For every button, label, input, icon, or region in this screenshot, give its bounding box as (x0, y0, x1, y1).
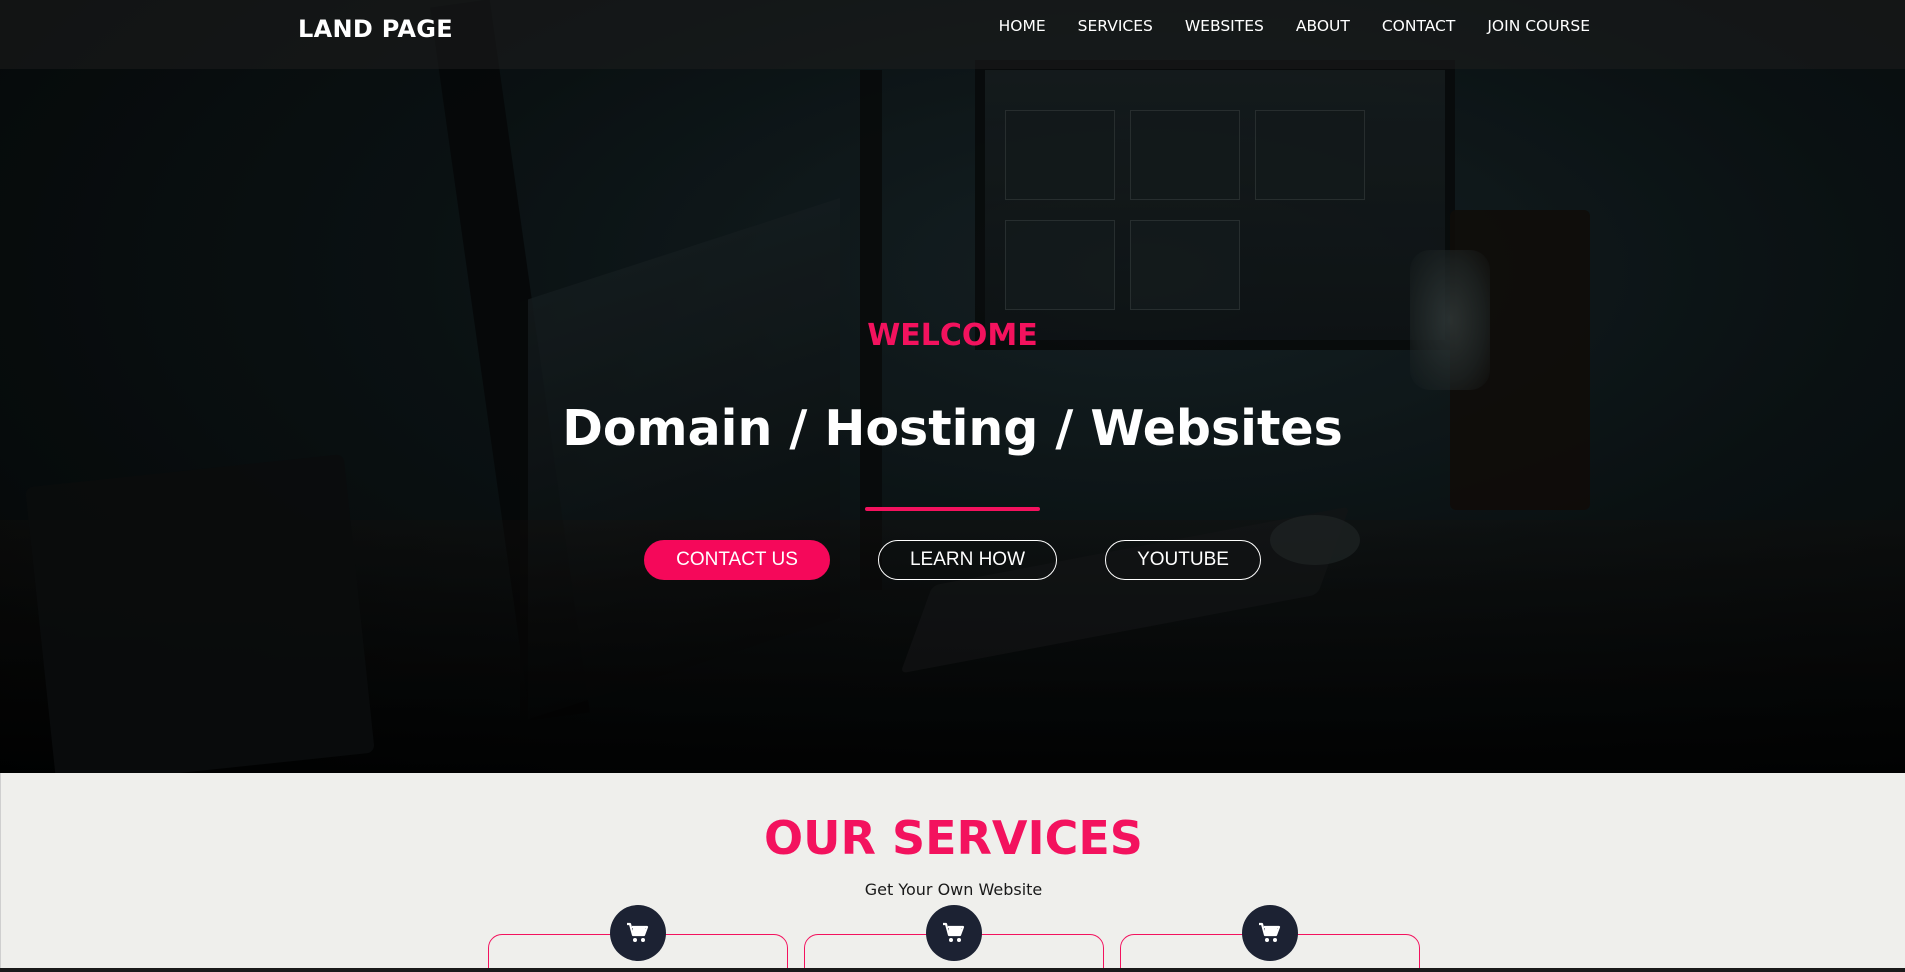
hero-divider (865, 507, 1040, 511)
services-title: OUR SERVICES (764, 811, 1143, 865)
contact-us-button[interactable]: CONTACT US (644, 540, 830, 580)
site-logo[interactable]: LAND PAGE (298, 15, 453, 43)
nav-item-services[interactable]: SERVICES (1078, 17, 1153, 35)
nav-item-home[interactable]: HOME (999, 17, 1046, 35)
hero-section: WELCOME Domain / Hosting / Websites CONT… (0, 0, 1905, 773)
navbar: LAND PAGE HOME SERVICES WEBSITES ABOUT C… (0, 0, 1905, 69)
nav-item-join-course[interactable]: JOIN COURSE (1487, 17, 1590, 35)
cart-icon (926, 905, 982, 961)
nav-item-about[interactable]: ABOUT (1296, 17, 1350, 35)
cart-icon (610, 905, 666, 961)
cart-icon (1242, 905, 1298, 961)
hero-content: WELCOME Domain / Hosting / Websites CONT… (0, 0, 1905, 773)
nav-item-contact[interactable]: CONTACT (1382, 17, 1456, 35)
nav-item-websites[interactable]: WEBSITES (1185, 17, 1264, 35)
youtube-button[interactable]: YOUTUBE (1105, 540, 1261, 580)
window-bottom-edge (0, 968, 1905, 972)
hero-headline: Domain / Hosting / Websites (562, 400, 1343, 457)
learn-how-button[interactable]: LEARN HOW (878, 540, 1057, 580)
hero-eyebrow: WELCOME (867, 318, 1038, 353)
main-nav: HOME SERVICES WEBSITES ABOUT CONTACT JOI… (967, 17, 1590, 35)
services-section: OUR SERVICES Get Your Own Website (0, 773, 1905, 972)
services-subtitle: Get Your Own Website (864, 880, 1043, 899)
